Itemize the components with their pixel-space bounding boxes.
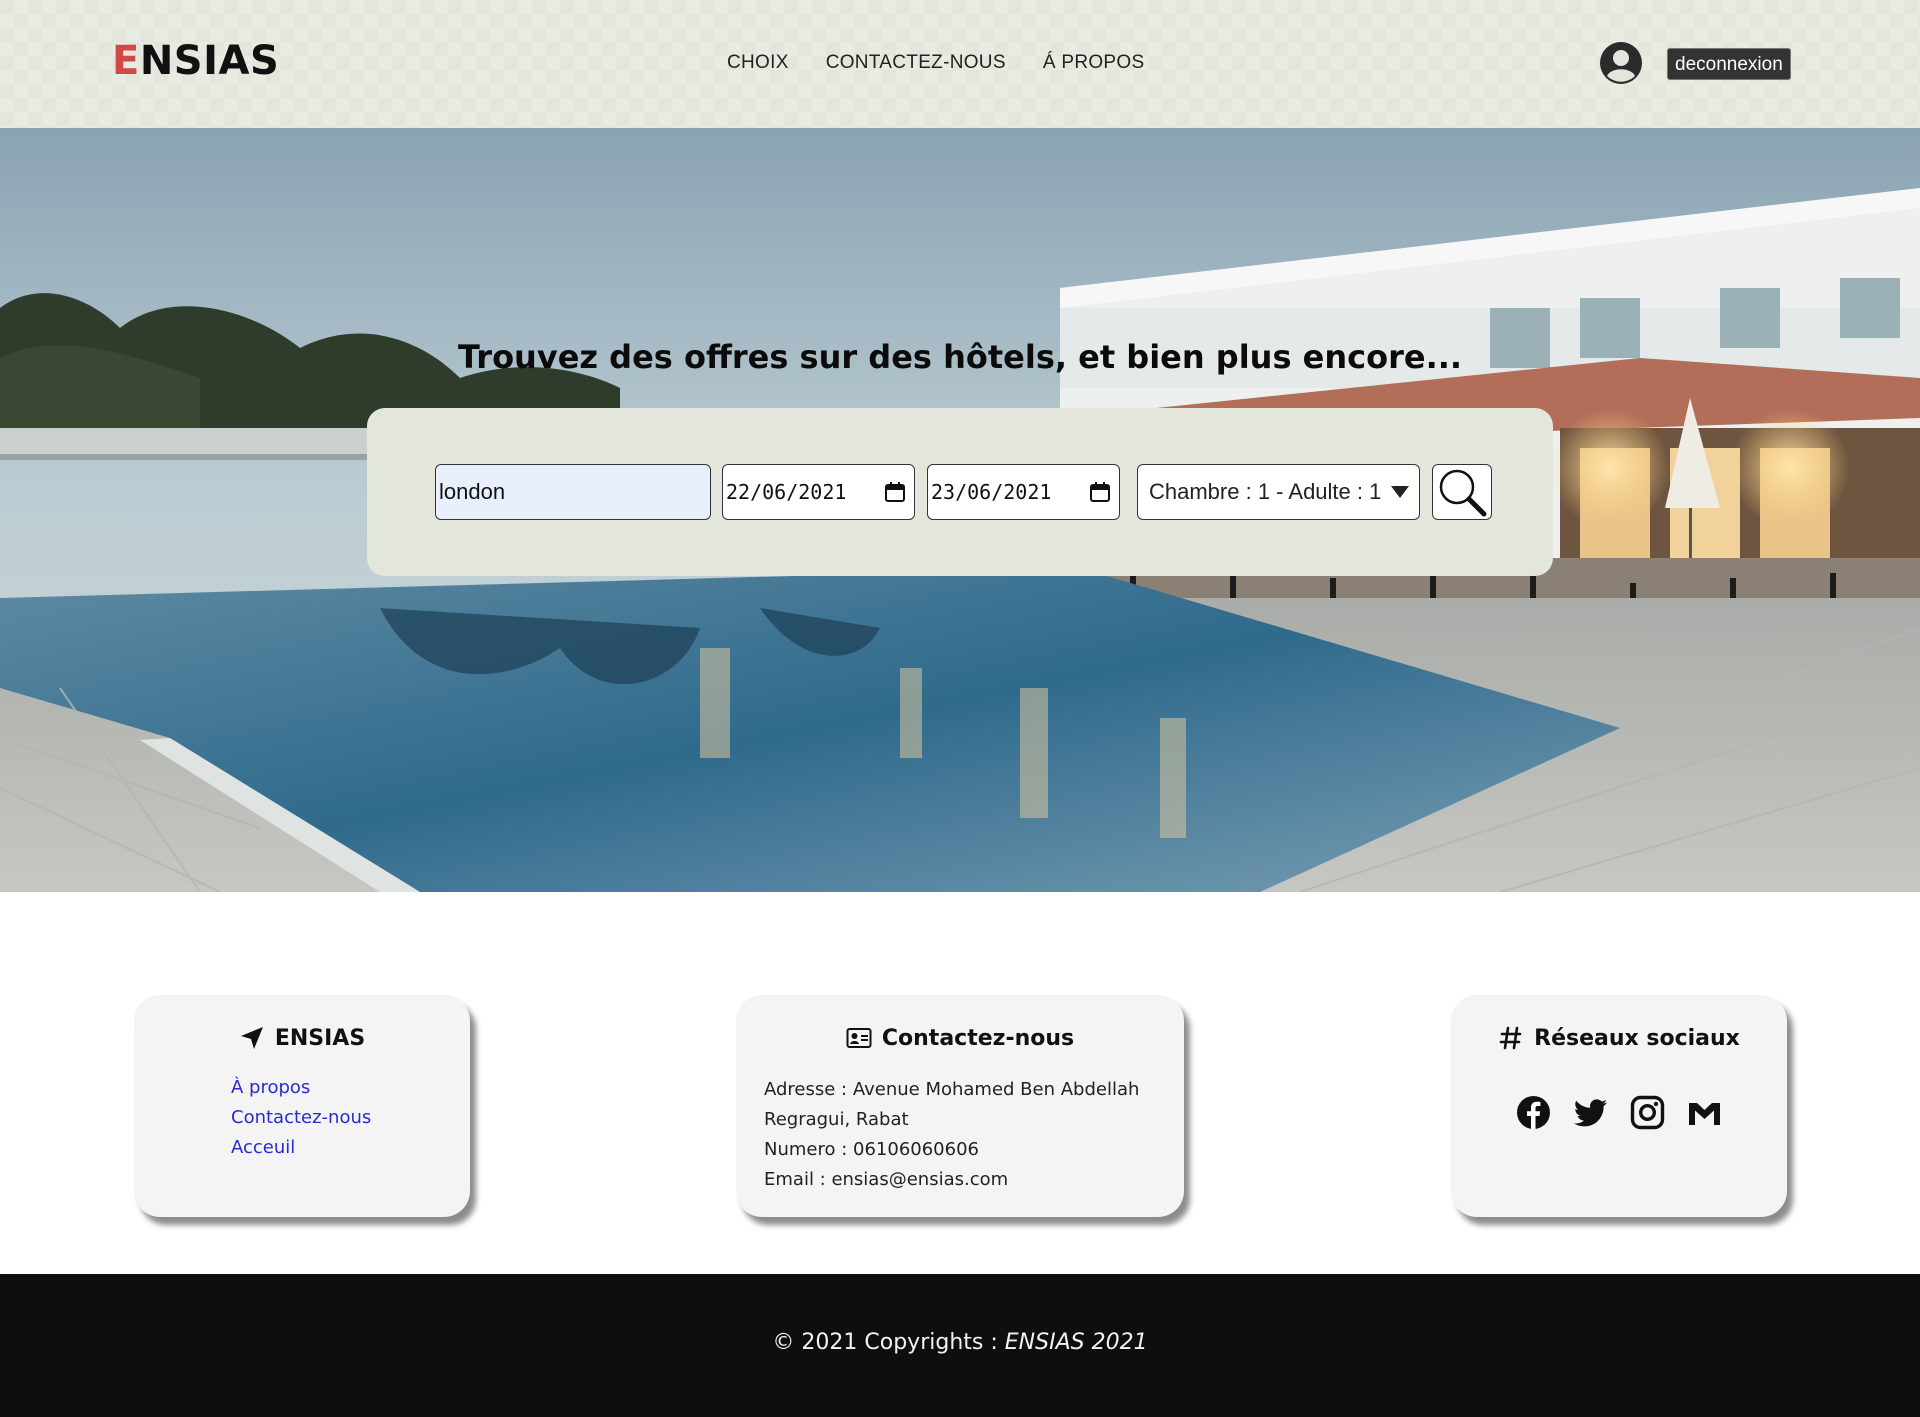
social-card: Réseaux sociaux [1451, 995, 1787, 1217]
checkout-date-input[interactable]: 23/06/2021 [927, 464, 1120, 520]
contact-card: Contactez-nous Adresse : Avenue Mohamed … [736, 995, 1184, 1217]
page-footer: © 2021 Copyrights : ENSIAS 2021 [0, 1274, 1920, 1417]
destination-input[interactable]: london [435, 464, 711, 520]
logo-text: NSIAS [139, 38, 280, 84]
rooms-guests-select[interactable]: Chambre : 1 - Adulte : 1 [1137, 464, 1420, 520]
social-card-title: Réseaux sociaux [1451, 1025, 1787, 1051]
instagram-icon[interactable] [1630, 1095, 1665, 1130]
copyright-prefix: © 2021 Copyrights : [772, 1330, 1005, 1355]
calendar-icon[interactable] [1089, 481, 1111, 503]
nav-apropos[interactable]: Á PROPOS [1043, 52, 1145, 74]
contact-details: Adresse : Avenue Mohamed Ben Abdellah Re… [764, 1075, 1169, 1195]
chevron-down-icon [1391, 486, 1409, 498]
copyright-brand: ENSIAS 2021 [1004, 1330, 1148, 1355]
address-card-icon [846, 1028, 872, 1048]
top-navbar: ENSIAS CHOIX CONTACTEZ-NOUS Á PROPOS dec… [0, 0, 1920, 128]
contact-email: Email : ensias@ensias.com [764, 1169, 1009, 1190]
link-accueil[interactable]: Acceuil [231, 1135, 371, 1160]
hero-banner: Trouvez des offres sur des hôtels, et bi… [0, 128, 1920, 892]
about-card-title: ENSIAS [134, 1025, 470, 1051]
contact-address: Adresse : Avenue Mohamed Ben Abdellah Re… [764, 1079, 1140, 1130]
checkin-date-value: 22/06/2021 [726, 480, 847, 504]
social-links [1451, 1095, 1787, 1130]
site-logo[interactable]: ENSIAS [112, 38, 279, 84]
nav-contact[interactable]: CONTACTEZ-NOUS [826, 52, 1006, 74]
hashtag-icon [1499, 1026, 1522, 1050]
twitter-icon[interactable] [1573, 1095, 1608, 1130]
calendar-icon[interactable] [884, 481, 906, 503]
copyright-text: © 2021 Copyrights : ENSIAS 2021 [0, 1330, 1920, 1355]
gmail-icon[interactable] [1687, 1095, 1722, 1130]
hero-title: Trouvez des offres sur des hôtels, et bi… [457, 338, 1463, 376]
user-circle-icon[interactable] [1599, 41, 1643, 85]
logo-initial: E [112, 38, 140, 84]
contact-phone: Numero : 06106060606 [764, 1139, 979, 1160]
main-nav: CHOIX CONTACTEZ-NOUS Á PROPOS [727, 52, 1144, 74]
contact-card-title-text: Contactez-nous [881, 1025, 1075, 1051]
rooms-guests-value: Chambre : 1 - Adulte : 1 [1149, 479, 1382, 504]
about-links: À propos Contactez-nous Acceuil [231, 1075, 371, 1160]
search-panel: london 22/06/2021 23/06/2021 Chambre : 1… [367, 408, 1553, 576]
magnifier-icon [1439, 469, 1487, 517]
location-arrow-icon [240, 1027, 263, 1049]
contact-card-title: Contactez-nous [736, 1025, 1184, 1051]
checkin-date-input[interactable]: 22/06/2021 [722, 464, 915, 520]
checkout-date-value: 23/06/2021 [931, 480, 1052, 504]
nav-choix[interactable]: CHOIX [727, 52, 789, 74]
link-apropos[interactable]: À propos [231, 1075, 371, 1100]
logout-button[interactable]: deconnexion [1667, 48, 1791, 80]
facebook-icon[interactable] [1516, 1095, 1551, 1130]
about-card-title-text: ENSIAS [274, 1025, 366, 1051]
link-contact[interactable]: Contactez-nous [231, 1105, 371, 1130]
search-button[interactable] [1432, 464, 1492, 520]
about-card: ENSIAS À propos Contactez-nous Acceuil [134, 995, 470, 1217]
social-card-title-text: Réseaux sociaux [1534, 1025, 1740, 1051]
